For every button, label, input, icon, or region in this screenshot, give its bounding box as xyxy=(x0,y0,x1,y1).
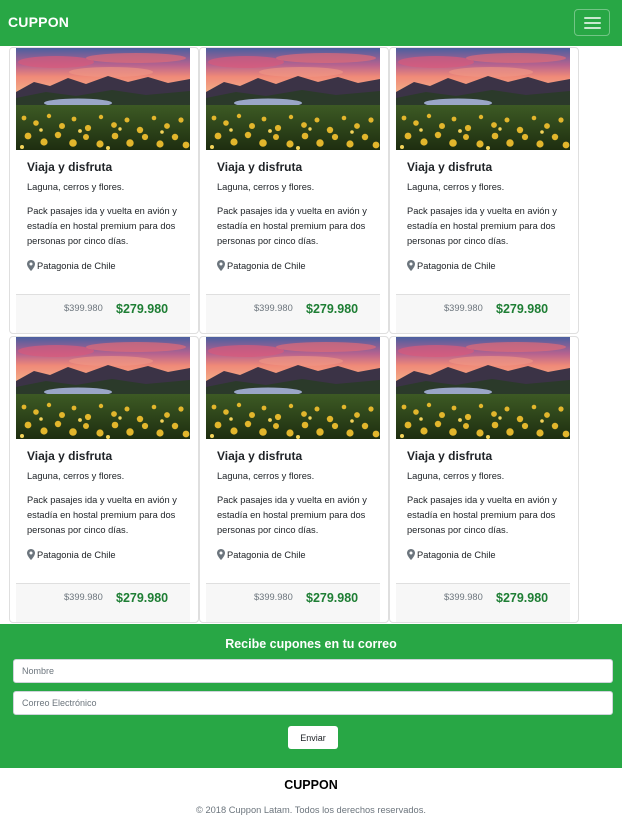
offer-title: Viaja y disfruta xyxy=(407,449,493,463)
location-pin-icon xyxy=(27,260,35,271)
offer-card-footer: $399.980 $279.980 xyxy=(396,294,570,333)
location-pin-icon xyxy=(407,260,415,271)
offer-old-price: $399.980 xyxy=(254,592,293,602)
brand-logo[interactable]: CUPPON xyxy=(8,14,69,30)
offer-subtitle: Laguna, cerros y flores. xyxy=(27,471,125,481)
location-pin-icon xyxy=(217,260,225,271)
hamburger-icon xyxy=(584,17,601,19)
email-field[interactable] xyxy=(13,691,613,715)
footer-brand: CUPPON xyxy=(284,778,338,792)
offer-location: Patagonia de Chile xyxy=(217,549,306,560)
offer-location: Patagonia de Chile xyxy=(407,549,496,560)
offer-description: Pack pasajes ida y vuelta en avión y est… xyxy=(27,495,177,535)
name-field[interactable] xyxy=(13,659,613,683)
offer-location-label: Patagonia de Chile xyxy=(417,549,496,560)
offer-subtitle: Laguna, cerros y flores. xyxy=(27,182,125,192)
offer-card[interactable]: Viaja y disfruta Laguna, cerros y flores… xyxy=(389,47,579,334)
offer-image xyxy=(206,48,380,150)
offer-price: $279.980 xyxy=(116,591,169,605)
navbar: CUPPON xyxy=(0,0,622,46)
offer-card[interactable]: Viaja y disfruta Laguna, cerros y flores… xyxy=(9,47,199,334)
location-pin-icon xyxy=(27,549,35,560)
offer-card[interactable]: Viaja y disfruta Laguna, cerros y flores… xyxy=(199,47,389,334)
location-pin-icon xyxy=(217,549,225,560)
offer-old-price: $399.980 xyxy=(64,303,103,313)
offer-card[interactable]: Viaja y disfruta Laguna, cerros y flores… xyxy=(9,336,199,623)
offer-location: Patagonia de Chile xyxy=(407,260,496,271)
offer-image xyxy=(206,337,380,439)
submit-button[interactable]: Enviar xyxy=(288,726,338,749)
offer-location-label: Patagonia de Chile xyxy=(37,549,116,560)
offer-description: Pack pasajes ida y vuelta en avión y est… xyxy=(217,206,367,246)
offer-price: $279.980 xyxy=(306,591,359,605)
offer-location: Patagonia de Chile xyxy=(217,260,306,271)
offer-old-price: $399.980 xyxy=(444,592,483,602)
offer-description: Pack pasajes ida y vuelta en avión y est… xyxy=(217,495,367,535)
offer-title: Viaja y disfruta xyxy=(407,160,493,174)
offer-image xyxy=(16,48,190,150)
offer-description: Pack pasajes ida y vuelta en avión y est… xyxy=(407,206,557,246)
offer-price: $279.980 xyxy=(306,302,359,316)
offer-price: $279.980 xyxy=(496,591,549,605)
footer-copyright: © 2018 Cuppon Latam. Todos los derechos … xyxy=(196,805,426,815)
offer-card-footer: $399.980 $279.980 xyxy=(206,583,380,622)
offer-description: Pack pasajes ida y vuelta en avión y est… xyxy=(407,495,557,535)
offer-subtitle: Laguna, cerros y flores. xyxy=(217,182,315,192)
offer-title: Viaja y disfruta xyxy=(27,449,113,463)
offer-card[interactable]: Viaja y disfruta Laguna, cerros y flores… xyxy=(199,336,389,623)
offer-card[interactable]: Viaja y disfruta Laguna, cerros y flores… xyxy=(389,336,579,623)
location-pin-icon xyxy=(407,549,415,560)
offer-card-footer: $399.980 $279.980 xyxy=(396,583,570,622)
offer-price: $279.980 xyxy=(116,302,169,316)
newsletter-section: Recibe cupones en tu correo Enviar xyxy=(0,624,622,768)
menu-toggle-button[interactable] xyxy=(574,9,610,36)
offer-subtitle: Laguna, cerros y flores. xyxy=(217,471,315,481)
offer-location-label: Patagonia de Chile xyxy=(417,260,496,271)
offer-image xyxy=(16,337,190,439)
offer-card-footer: $399.980 $279.980 xyxy=(16,583,190,622)
offer-old-price: $399.980 xyxy=(64,592,103,602)
offer-location: Patagonia de Chile xyxy=(27,549,116,560)
offer-location-label: Patagonia de Chile xyxy=(227,260,306,271)
offer-title: Viaja y disfruta xyxy=(27,160,113,174)
offer-subtitle: Laguna, cerros y flores. xyxy=(407,182,505,192)
offer-title: Viaja y disfruta xyxy=(217,449,303,463)
offer-subtitle: Laguna, cerros y flores. xyxy=(407,471,505,481)
offer-card-footer: $399.980 $279.980 xyxy=(206,294,380,333)
offer-price: $279.980 xyxy=(496,302,549,316)
offer-image xyxy=(396,48,570,150)
offer-image xyxy=(396,337,570,439)
newsletter-title: Recibe cupones en tu correo xyxy=(225,637,397,651)
offer-location-label: Patagonia de Chile xyxy=(37,260,116,271)
offer-title: Viaja y disfruta xyxy=(217,160,303,174)
offer-location-label: Patagonia de Chile xyxy=(227,549,306,560)
offer-old-price: $399.980 xyxy=(444,303,483,313)
offer-description: Pack pasajes ida y vuelta en avión y est… xyxy=(27,206,177,246)
offer-card-footer: $399.980 $279.980 xyxy=(16,294,190,333)
offer-location: Patagonia de Chile xyxy=(27,260,116,271)
offer-old-price: $399.980 xyxy=(254,303,293,313)
